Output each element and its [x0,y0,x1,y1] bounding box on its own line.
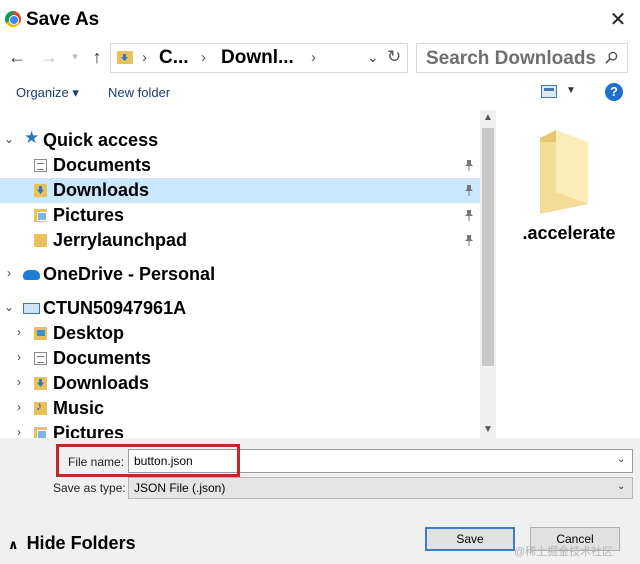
search-icon [605,51,618,64]
music-icon [34,399,47,415]
tree-item-label: Documents [53,348,152,368]
tree-item-label: Music [53,398,105,418]
file-name-label: File name: [68,455,125,469]
change-view-icon[interactable] [541,85,557,98]
folder-name[interactable]: .accelerate [498,223,640,244]
desktop-icon [34,327,47,340]
downloads-icon [34,377,47,390]
search-input[interactable]: Search Downloads [416,43,628,73]
watermark-text: @稀土掘金技术社区 [514,546,614,558]
close-icon[interactable]: ✕ [604,6,632,34]
tree-item-label: Jerrylaunchpad [53,230,188,250]
pictures-icon [34,427,47,438]
folder-icon[interactable] [534,128,594,216]
star-icon: ★ [24,128,40,147]
tree-item-documents[interactable]: Documents [0,153,480,178]
search-placeholder: Search Downloads [426,48,596,69]
chrome-icon [5,11,21,27]
breadcrumb-downloads[interactable]: Downl... [221,47,294,69]
pin-icon[interactable] [463,234,475,246]
tree-item-label: CTUN50947961A [43,298,187,318]
organize-button[interactable]: Organize ▾ [16,85,79,101]
downloads-folder-icon [117,51,133,64]
save-type-label: Save as type: [53,481,126,495]
tree-item-music[interactable]: › Music [0,396,480,421]
collapse-chevron-icon[interactable]: › [13,350,25,364]
navigation-pane[interactable]: ⌄ ★ Quick access Documents Downloads Pic… [0,110,480,438]
tree-item-downloads[interactable]: Downloads [0,178,480,203]
collapse-chevron-icon[interactable]: › [3,266,15,280]
folder-icon [34,234,47,247]
collapse-chevron-icon[interactable]: › [13,425,25,438]
scroll-down-icon[interactable]: ▼ [480,422,496,438]
tree-item-label: Downloads [53,180,150,200]
scrollbar-thumb[interactable] [482,128,494,366]
expand-chevron-icon[interactable]: ⌄ [3,132,15,146]
save-type-select[interactable]: JSON File (.json) [128,477,633,499]
chevron-up-icon: ∧ [8,537,19,552]
title-bar: Save As ✕ [0,0,640,40]
tree-item-label: Downloads [53,373,150,393]
new-folder-button[interactable]: New folder [108,85,170,100]
scroll-up-icon[interactable]: ▲ [480,110,496,126]
documents-icon [34,352,47,365]
tree-item-label: Documents [53,155,152,175]
file-name-input[interactable] [128,449,633,473]
view-options-chevron-icon[interactable]: ▼ [566,85,576,96]
save-button[interactable]: Save [425,527,515,551]
tree-item-onedrive[interactable]: › OneDrive - Personal [0,262,480,287]
save-type-dropdown-icon[interactable]: ⌄ [617,481,625,492]
address-dropdown-icon[interactable]: ⌄ [367,49,379,66]
tree-item-label: Quick access [43,130,159,150]
tree-item-jerrylaunchpad[interactable]: Jerrylaunchpad [0,228,480,253]
command-toolbar: Organize ▾ New folder ▼ [0,76,640,108]
back-arrow-icon[interactable]: ← [6,44,28,70]
forward-arrow-icon[interactable]: → [38,44,60,70]
tree-item-label: OneDrive - Personal [43,264,216,284]
expand-chevron-icon[interactable]: ⌄ [3,300,15,314]
tree-item-label: Pictures [53,423,125,438]
hide-folders-toggle[interactable]: ∧ Hide Folders [8,533,136,554]
help-icon[interactable]: ? [605,83,623,101]
tree-item-quick-access[interactable]: ⌄ ★ Quick access [0,128,480,153]
hide-folders-label: Hide Folders [26,533,136,553]
recent-locations-chevron-icon[interactable]: ▾ [64,44,86,70]
tree-item-desktop[interactable]: › Desktop [0,321,480,346]
tree-item-downloads[interactable]: › Downloads [0,371,480,396]
pin-icon[interactable] [463,209,475,221]
tree-item-this-pc[interactable]: ⌄ CTUN50947961A [0,296,480,321]
collapse-chevron-icon[interactable]: › [13,325,25,339]
tree-item-documents[interactable]: › Documents [0,346,480,371]
breadcrumb-separator-icon: › [142,49,147,66]
navigation-bar: ← → ▾ ↑ › C... › Downl... › ⌄ ↻ Search D… [0,40,640,76]
vertical-scrollbar[interactable]: ▲ ▼ [480,110,496,438]
collapse-chevron-icon[interactable]: › [13,375,25,389]
file-name-dropdown-icon[interactable]: ⌄ [617,454,625,465]
up-arrow-icon[interactable]: ↑ [86,44,108,70]
tree-item-label: Desktop [53,323,125,343]
breadcrumb-separator-icon: › [201,49,206,66]
documents-icon [34,159,47,172]
collapse-chevron-icon[interactable]: › [13,400,25,414]
file-list: .accelerate [498,110,640,438]
breadcrumb-drive[interactable]: C... [159,47,189,69]
address-bar[interactable]: › C... › Downl... › ⌄ ↻ [110,43,408,73]
onedrive-cloud-icon [23,270,40,280]
breadcrumb-separator-icon: › [311,49,316,66]
tree-item-label: Pictures [53,205,125,225]
pin-icon[interactable] [463,184,475,196]
window-title: Save As [26,9,100,30]
pin-icon[interactable] [463,159,475,171]
tree-item-pictures[interactable]: › Pictures [0,421,480,438]
pictures-icon [34,209,47,222]
tree-item-pictures[interactable]: Pictures [0,203,480,228]
downloads-icon [34,184,47,197]
refresh-icon[interactable]: ↻ [387,47,401,67]
computer-icon [23,303,40,314]
